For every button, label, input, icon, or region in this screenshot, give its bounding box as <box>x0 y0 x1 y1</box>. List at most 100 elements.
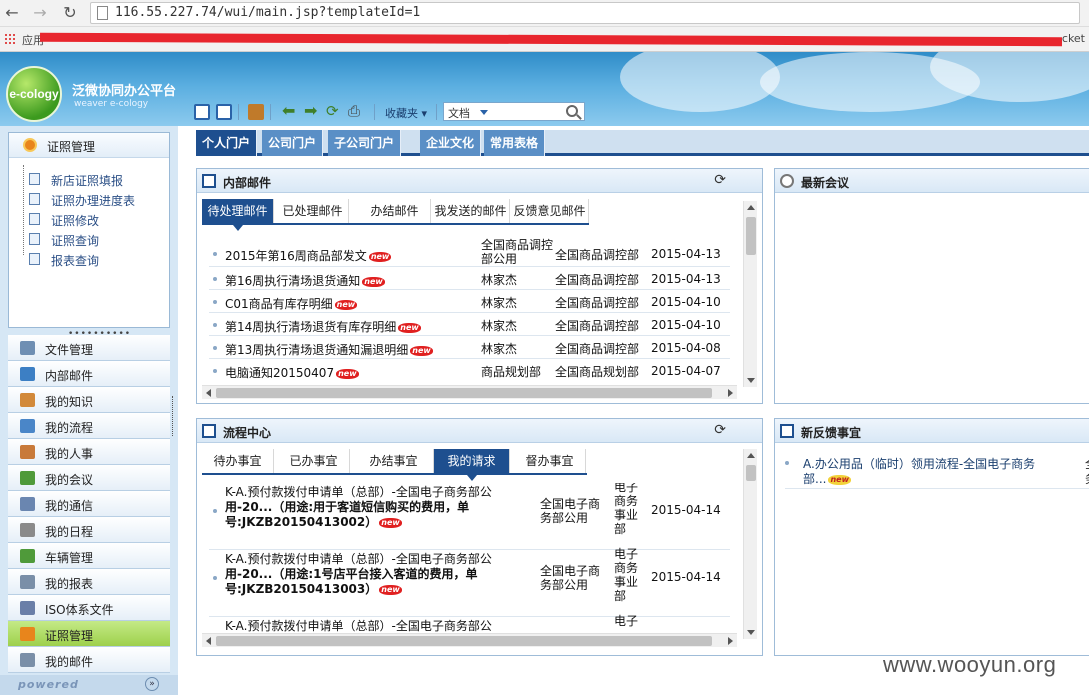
mail-subject-text[interactable]: 第14周执行清场退货有库存明细 <box>225 320 396 334</box>
tree-item[interactable]: 新店证照填报 <box>9 169 169 189</box>
scroll-down-icon[interactable] <box>747 378 755 383</box>
mail-subject[interactable]: 第14周执行清场退货有库存明细 new <box>225 318 421 335</box>
workflow-subject-line3-text[interactable]: 号:JKZB20150413003） <box>225 582 377 596</box>
workflow-subject[interactable]: K-A.预付款拨付申请单（总部）-全国电子商务部公 用-20...（用途:用于客道… <box>225 485 515 530</box>
scroll-right-icon[interactable] <box>728 637 733 645</box>
mail-subject[interactable]: 第13周执行清场退货通知漏退明细 new <box>225 341 433 358</box>
workflow-tab[interactable]: 办结事宜 <box>354 449 434 473</box>
menu-item[interactable]: 我的知识 <box>8 387 170 413</box>
tree-item-label[interactable]: 新店证照填报 <box>51 172 123 189</box>
mail-tab[interactable]: 办结邮件 <box>359 199 431 223</box>
menu-item[interactable]: ISO体系文件 <box>8 595 170 621</box>
menu-item[interactable]: 我的邮件 <box>8 647 170 673</box>
scroll-up-icon[interactable] <box>747 205 755 210</box>
url-field[interactable]: 116.55.227.74/wui/main.jsp?templateId=1 <box>90 2 1080 24</box>
menu-item-label[interactable]: 内部邮件 <box>45 367 93 384</box>
bookmark-tail[interactable]: cket <box>1062 32 1085 45</box>
scroll-thumb[interactable] <box>216 636 712 646</box>
portal-tab[interactable]: 企业文化 <box>420 130 482 156</box>
menu-item-label[interactable]: 证照管理 <box>45 627 93 644</box>
workflow-row[interactable]: K-A.预付款拨付申请单（总部）-全国电子商务部公 用-20...（用途:1号店平… <box>209 547 730 617</box>
mail-subject-text[interactable]: 2015年第16周商品部发文 <box>225 249 367 263</box>
double-chevron-right-icon[interactable]: » <box>145 677 159 691</box>
tree-item[interactable]: 证照办理进度表 <box>9 189 169 209</box>
back-arrow-icon[interactable]: ⬅ <box>282 103 298 120</box>
scroll-thumb[interactable] <box>746 217 756 255</box>
print-icon[interactable]: ⎙ <box>348 104 364 120</box>
mail-subject-text[interactable]: 第16周执行清场退货通知 <box>225 274 360 288</box>
workflow-subject-line3[interactable]: 号:JKZB20150413003） new <box>225 582 515 597</box>
menu-item[interactable]: 我的通信 <box>8 491 170 517</box>
menu-item-label[interactable]: 我的邮件 <box>45 653 93 670</box>
workflow-subject-line1[interactable]: K-A.预付款拨付申请单（总部）-全国电子商务部公 <box>225 619 515 633</box>
menu-item-label[interactable]: 我的流程 <box>45 419 93 436</box>
menu-item[interactable]: 文件管理 <box>8 335 170 361</box>
mail-subject[interactable]: 2015年第16周商品部发文 new <box>225 247 392 264</box>
mail-horizontal-scrollbar[interactable] <box>202 385 737 399</box>
menu-item[interactable]: 我的会议 <box>8 465 170 491</box>
chevron-down-icon[interactable] <box>480 110 488 115</box>
menu-item[interactable]: 车辆管理 <box>8 543 170 569</box>
mail-row[interactable]: 电脑通知20150407 new 商品规划部 全国商品规划部 2015-04-07 <box>209 359 730 385</box>
organization-icon[interactable] <box>248 104 264 120</box>
refresh-icon[interactable]: ⟳ <box>714 422 726 438</box>
menu-item-label[interactable]: 我的通信 <box>45 497 93 514</box>
apps-grid-icon[interactable] <box>4 33 16 45</box>
tree-item-label[interactable]: 证照修改 <box>51 212 99 229</box>
workflow-horizontal-scrollbar[interactable] <box>202 633 737 647</box>
menu-item[interactable]: 证照管理 <box>8 621 170 647</box>
back-icon[interactable]: ← <box>2 3 22 23</box>
layout-rows-icon[interactable] <box>216 104 232 120</box>
forward-icon[interactable]: → <box>30 3 50 23</box>
workflow-vertical-scrollbar[interactable] <box>743 449 757 639</box>
scroll-up-icon[interactable] <box>747 453 755 458</box>
menu-item-label[interactable]: 车辆管理 <box>45 549 93 566</box>
workflow-row[interactable]: K-A.预付款拨付申请单（总部）-全国电子商务部公 电子 <box>209 614 730 633</box>
reload-icon[interactable]: ↻ <box>60 3 80 23</box>
portal-tab[interactable]: 公司门户 <box>262 130 324 156</box>
mail-tab[interactable]: 已处理邮件 <box>277 199 349 223</box>
menu-item-label[interactable]: 我的会议 <box>45 471 93 488</box>
tree-item-label[interactable]: 报表查询 <box>51 252 99 269</box>
workflow-subject-line3[interactable]: 号:JKZB20150413002） new <box>225 515 515 530</box>
workflow-subject-line3-text[interactable]: 号:JKZB20150413002） <box>225 515 377 529</box>
mail-subject[interactable]: 第16周执行清场退货通知 new <box>225 272 385 289</box>
workflow-subject-line2[interactable]: 用-20...（用途:用于客道短信购买的费用，单 <box>225 500 515 515</box>
workflow-tab[interactable]: 我的请求 <box>434 449 510 481</box>
workflow-tab[interactable]: 督办事宜 <box>514 449 586 473</box>
mail-subject-text[interactable]: 电脑通知20150407 <box>225 366 334 380</box>
favorites-menu[interactable]: 收藏夹 ▾ <box>385 105 427 121</box>
scroll-left-icon[interactable] <box>206 637 211 645</box>
menu-item[interactable]: 我的报表 <box>8 569 170 595</box>
menu-item[interactable]: 我的人事 <box>8 439 170 465</box>
mail-row[interactable]: 第13周执行清场退货通知漏退明细 new 林家杰 全国商品调控部 2015-04-08 <box>209 336 730 359</box>
tree-item-label[interactable]: 证照办理进度表 <box>51 192 135 209</box>
menu-item[interactable]: 我的日程 <box>8 517 170 543</box>
mail-subject[interactable]: C01商品有库存明细 new <box>225 295 358 312</box>
refresh-icon[interactable]: ⟳ <box>326 104 342 120</box>
mail-row[interactable]: 第14周执行清场退货有库存明细 new 林家杰 全国商品调控部 2015-04-10 <box>209 313 730 336</box>
scroll-left-icon[interactable] <box>206 389 211 397</box>
workflow-subject[interactable]: K-A.预付款拨付申请单（总部）-全国电子商务部公 <box>225 619 515 633</box>
workflow-subject-line1[interactable]: K-A.预付款拨付申请单（总部）-全国电子商务部公 <box>225 485 515 500</box>
tree-item[interactable]: 证照查询 <box>9 229 169 249</box>
scroll-thumb[interactable] <box>216 388 712 398</box>
menu-item-label[interactable]: 我的报表 <box>45 575 93 592</box>
workflow-tab[interactable]: 已办事宜 <box>278 449 350 473</box>
mail-vertical-scrollbar[interactable] <box>743 201 757 387</box>
mail-row[interactable]: 2015年第16周商品部发文 new 全国商品调控部公用 全国商品调控部 2015-04… <box>209 235 730 267</box>
feedback-subject-line2[interactable]: 部... new <box>803 470 851 487</box>
mail-tab[interactable]: 我发送的邮件 <box>432 199 510 223</box>
mail-row[interactable]: C01商品有库存明细 new 林家杰 全国商品调控部 2015-04-10 <box>209 290 730 313</box>
mail-subject-text[interactable]: C01商品有库存明细 <box>225 297 333 311</box>
tree-item-label[interactable]: 证照查询 <box>51 232 99 249</box>
scroll-down-icon[interactable] <box>747 630 755 635</box>
search-icon[interactable] <box>566 105 578 117</box>
menu-item[interactable]: 我的流程 <box>8 413 170 439</box>
scroll-right-icon[interactable] <box>728 389 733 397</box>
portal-tab[interactable]: 常用表格 <box>484 130 546 156</box>
menu-item-label[interactable]: 我的人事 <box>45 445 93 462</box>
menu-item-label[interactable]: 文件管理 <box>45 341 93 358</box>
menu-item-label[interactable]: 我的日程 <box>45 523 93 540</box>
mail-tab[interactable]: 待处理邮件 <box>202 199 274 231</box>
